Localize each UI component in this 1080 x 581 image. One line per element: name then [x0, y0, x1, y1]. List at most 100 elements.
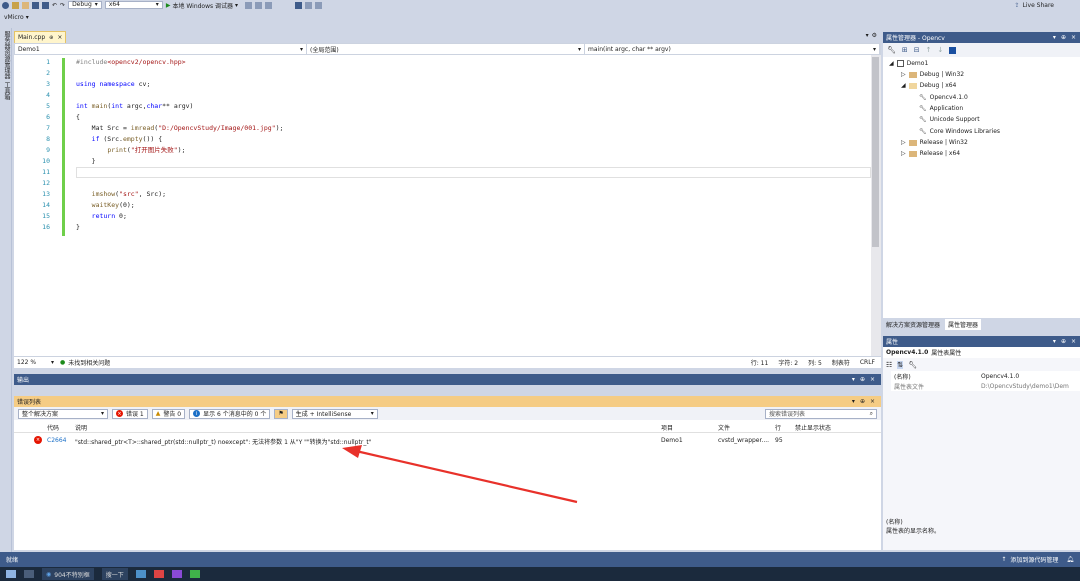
close-icon[interactable]: ×	[1071, 34, 1076, 41]
code-line[interactable]: 9 print("打开图片失败");	[14, 145, 871, 156]
col-file[interactable]: 文件	[718, 423, 730, 432]
build-filter-dropdown[interactable]: 生成 + IntelliSense ▾	[291, 408, 378, 419]
error-list-header[interactable]: 错误列表 ▾ ⊕ ×	[14, 396, 881, 407]
save-icon[interactable]	[949, 46, 957, 54]
open-icon[interactable]	[22, 1, 29, 9]
nav-scope-dropdown[interactable]: (全局范围) ▾	[307, 44, 585, 54]
toolbar-misc-icon[interactable]	[315, 1, 323, 9]
platform-dropdown[interactable]: x64 ▾	[104, 1, 163, 9]
bookmark-icon[interactable]	[295, 1, 303, 9]
code-line[interactable]: 3 using namespace cv;	[14, 79, 871, 90]
code-line[interactable]: 10 }	[14, 156, 871, 167]
scrollbar-thumb[interactable]	[872, 57, 879, 247]
close-icon[interactable]: ×	[57, 34, 62, 41]
new-project-icon[interactable]	[12, 1, 19, 9]
tab-solution-explorer[interactable]: 解决方案资源管理器	[883, 319, 944, 330]
wrench-icon[interactable]: 🔧︎	[908, 361, 917, 369]
code-line[interactable]: 15 return 0;	[14, 211, 871, 222]
config-dropdown[interactable]: Debug ▾	[68, 1, 102, 9]
col-suppress[interactable]: 禁止显示状态	[795, 423, 831, 432]
tree-node-application[interactable]: 🔧︎ Application	[919, 105, 963, 112]
toolbar-misc-icon[interactable]	[245, 1, 253, 9]
taskbar-app-search[interactable]: 搜一下	[101, 568, 128, 580]
zoom-level[interactable]: 122 %	[17, 359, 51, 366]
save-all-icon[interactable]	[42, 1, 49, 9]
close-icon[interactable]: ×	[870, 398, 875, 405]
add-existing-icon[interactable]: ⊞	[902, 46, 908, 54]
tab-main-cpp[interactable]: Main.cpp ⊕ ×	[14, 31, 66, 43]
col-code[interactable]: 代码	[47, 423, 59, 432]
tab-property-manager[interactable]: 属性管理器	[945, 319, 982, 330]
code-line[interactable]: 8 if (Src.empty()) {	[14, 134, 871, 145]
code-line[interactable]: 16}	[14, 222, 871, 233]
tree-node-demo1[interactable]: ◢ Demo1	[889, 60, 928, 67]
messages-filter-button[interactable]: i 显示 6 个消息中的 0 个	[189, 408, 271, 419]
property-row[interactable]: (名称) Opencv4.1.0	[891, 371, 1080, 381]
properties-header[interactable]: 属性 ▾ ⊕ ×	[883, 336, 1080, 347]
col-line[interactable]: 行	[775, 423, 781, 432]
categorized-icon[interactable]: ☷	[886, 361, 892, 369]
tree-node-debug-x64[interactable]: ◢ Debug | x64	[901, 82, 956, 89]
visual-studio-icon[interactable]	[171, 570, 182, 578]
code-line[interactable]: 13 imshow("src", Src);	[14, 189, 871, 200]
pin-icon[interactable]: ⊕	[1061, 34, 1066, 41]
dropdown-icon[interactable]: ▾	[1053, 338, 1056, 345]
zoom-dropdown-icon[interactable]: ▾	[51, 359, 54, 366]
tree-node-opencv[interactable]: 🔧︎ Opencv4.1.0	[919, 94, 968, 101]
start-debug-button[interactable]: ▶ 本地 Windows 调试器 ▾	[166, 1, 238, 10]
col-desc[interactable]: 说明	[75, 423, 87, 432]
code-editor[interactable]: 1 #include<opencv2/opencv.hpp> 2 3 using nam…	[14, 55, 871, 356]
toolbox-tab[interactable]: 工具箱	[2, 82, 11, 100]
nav-function-dropdown[interactable]: main(int argc, char ** argv) ▾	[585, 44, 880, 54]
close-icon[interactable]: ×	[870, 376, 875, 383]
toolbar-misc-icon[interactable]	[255, 1, 263, 9]
pin-icon[interactable]: ⊕	[860, 376, 865, 383]
wrench-icon[interactable]: 🔧︎	[887, 46, 896, 54]
toolbar-misc-icon[interactable]	[265, 1, 273, 9]
live-share-button[interactable]: ⇪ Live Share	[1014, 0, 1054, 10]
code-line[interactable]: 2	[14, 68, 871, 79]
move-down-icon[interactable]: ↓	[938, 46, 944, 54]
col-project[interactable]: 项目	[661, 423, 673, 432]
pin-icon[interactable]: ⊕	[1061, 338, 1066, 345]
project-selector[interactable]: vMicro ▾	[0, 10, 1080, 24]
error-code[interactable]: C2664	[47, 437, 66, 444]
code-line[interactable]: 4	[14, 90, 871, 101]
tab-mode[interactable]: 制表符	[832, 358, 850, 367]
scope-dropdown[interactable]: 整个解决方案 ▾	[18, 408, 108, 419]
app-icon[interactable]	[153, 570, 164, 578]
property-row[interactable]: 属性表文件 D:\OpencvStudy\demo1\Dem	[891, 381, 1080, 391]
dropdown-icon[interactable]: ▾	[1053, 34, 1056, 41]
property-manager-header[interactable]: 属性管理器 - Opencv ▾ ⊕ ×	[883, 32, 1080, 43]
redo-icon[interactable]: ↷	[60, 2, 65, 9]
tree-node-release-x64[interactable]: ▷ Release | x64	[901, 150, 960, 157]
taskbar-app-browser[interactable]: ◉ 904不特别框	[42, 568, 94, 580]
tree-node-unicode[interactable]: 🔧︎ Unicode Support	[919, 116, 980, 123]
task-view-icon[interactable]	[24, 570, 34, 578]
tree-node-debug-win32[interactable]: ▷ Debug | Win32	[901, 71, 964, 78]
save-icon[interactable]	[32, 1, 39, 9]
dropdown-icon[interactable]: ▾	[852, 376, 855, 383]
code-line[interactable]: 6{	[14, 112, 871, 123]
pin-icon[interactable]: ⊕	[860, 398, 865, 405]
code-line[interactable]: 1 #include<opencv2/opencv.hpp>	[14, 57, 871, 68]
server-explorer-tab[interactable]: 服务器资源管理器	[2, 31, 11, 79]
warnings-filter-button[interactable]: ▲ 警告 0	[151, 408, 186, 419]
line-ending[interactable]: CRLF	[860, 359, 875, 366]
alphabetical-icon[interactable]: ⇅	[897, 360, 904, 369]
code-line[interactable]: 12	[14, 178, 871, 189]
error-search-input[interactable]: 搜索错误列表 ⌕	[765, 408, 877, 419]
errors-filter-button[interactable]: × 错误 1	[112, 408, 148, 419]
add-source-control-button[interactable]: ↑ 添加到源代码管理 🔔︎	[1001, 555, 1074, 564]
close-icon[interactable]: ×	[1071, 338, 1076, 345]
code-line[interactable]: 14 waitKey(0);	[14, 200, 871, 211]
tree-node-core-libs[interactable]: 🔧︎ Core Windows Libraries	[919, 128, 1000, 135]
object-selector[interactable]: Opencv4.1.0 属性表属性	[883, 347, 1080, 358]
move-up-icon[interactable]: ↑	[926, 46, 932, 54]
wechat-icon[interactable]	[189, 570, 200, 578]
app-icon[interactable]	[135, 570, 146, 578]
tree-node-release-win32[interactable]: ▷ Release | Win32	[901, 139, 968, 146]
add-new-icon[interactable]: ⊟	[914, 46, 920, 54]
dropdown-icon[interactable]: ▾	[852, 398, 855, 405]
filter-icon[interactable]: ⚑	[274, 408, 288, 419]
